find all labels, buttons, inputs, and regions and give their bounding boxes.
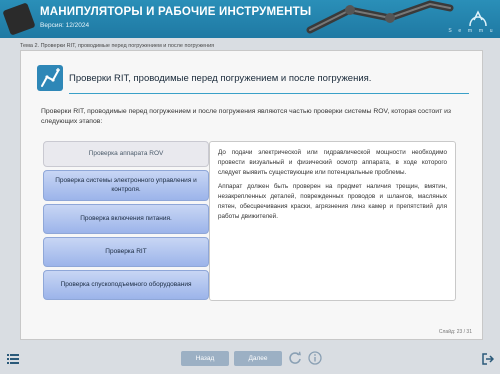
footer-bar: Назад Далее <box>0 346 500 374</box>
exit-icon[interactable] <box>482 353 494 365</box>
step-button-rov[interactable]: Проверка аппарата ROV <box>43 141 209 167</box>
slide-content: Проверки RIT, проводимые перед погружени… <box>20 50 483 340</box>
app-version: Версия: 12/2024 <box>40 22 90 29</box>
step-button-electronic-control[interactable]: Проверка системы электронного управления… <box>43 170 209 201</box>
steps-list: Проверка аппарата ROV Проверка системы э… <box>43 141 209 303</box>
title-underline <box>69 93 469 94</box>
step-button-power-on[interactable]: Проверка включения питания. <box>43 204 209 234</box>
brand-text: S e m m u <box>448 28 494 34</box>
app-title: МАНИПУЛЯТОРЫ И РАБОЧИЕ ИНСТРУМЕНТЫ <box>40 6 312 18</box>
description-paragraph-1: До подачи электрической или гидравлическ… <box>218 149 447 176</box>
back-button[interactable]: Назад <box>181 351 229 366</box>
description-panel: До подачи электрической или гидравлическ… <box>209 141 456 301</box>
step-button-lifting[interactable]: Проверка спускоподъемного оборудования <box>43 270 209 300</box>
next-button[interactable]: Далее <box>234 351 282 366</box>
breadcrumb: Тема 2. Проверки RIT, проводимые перед п… <box>20 43 215 49</box>
app-logo-icon <box>2 2 36 36</box>
step-button-rit[interactable]: Проверка RIT <box>43 237 209 267</box>
description-paragraph-2: Аппарат должен быть проверен на предмет … <box>218 183 447 220</box>
robot-arm-icon <box>37 65 63 91</box>
page-title: Проверки RIT, проводимые перед погружени… <box>69 73 372 84</box>
app-header: МАНИПУЛЯТОРЫ И РАБОЧИЕ ИНСТРУМЕНТЫ Верси… <box>0 0 500 38</box>
info-icon[interactable] <box>308 351 322 365</box>
manipulator-image <box>306 0 454 34</box>
intro-text: Проверки RIT, проводимые перед погружени… <box>41 108 452 126</box>
hamburger-menu-icon[interactable] <box>7 354 19 364</box>
reload-icon[interactable] <box>288 351 302 365</box>
slide-counter: Слайд: 23 / 31 <box>438 329 472 335</box>
